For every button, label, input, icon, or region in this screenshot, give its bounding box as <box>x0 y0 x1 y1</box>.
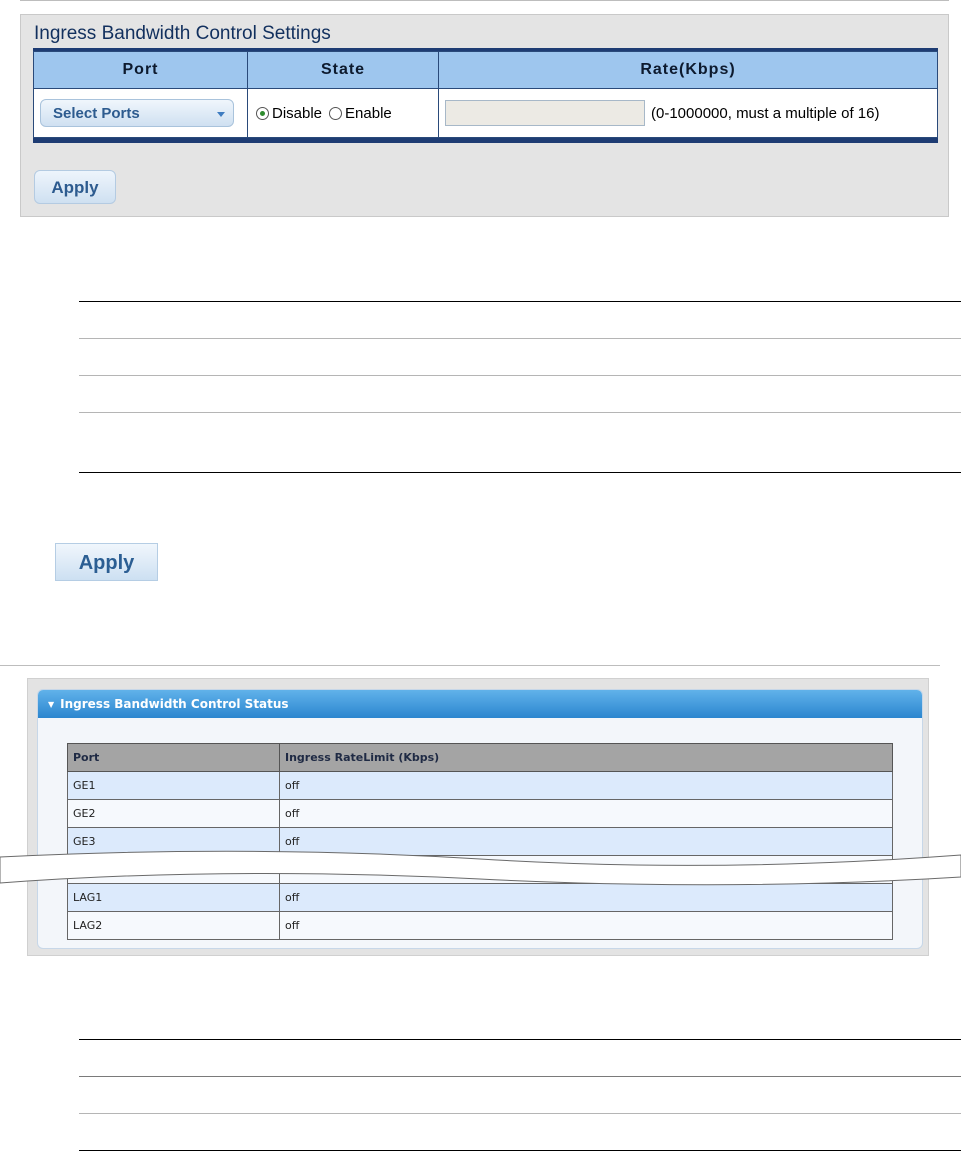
table-row: GE1 off <box>67 771 893 800</box>
row-port: GE2 <box>67 799 280 828</box>
table-rule <box>79 1076 961 1077</box>
port-select[interactable]: Select Ports <box>40 99 234 127</box>
rate-hint: (0-1000000, must a multiple of 16) <box>651 104 880 122</box>
rate-input[interactable] <box>445 100 645 126</box>
table-rule <box>79 472 961 473</box>
table-row: LAG2 off <box>67 911 893 940</box>
col-state-header: State <box>247 51 439 89</box>
settings-apply-button[interactable]: Apply <box>34 170 116 204</box>
disable-radio-label: Disable <box>272 104 323 122</box>
apply-button[interactable]: Apply <box>55 543 158 581</box>
status-col-port: Port <box>67 743 280 772</box>
settings-panel: Ingress Bandwidth Control Settings Port … <box>20 14 949 217</box>
table-rule <box>79 301 961 302</box>
section-divider <box>0 665 940 666</box>
row-port: GE1 <box>67 771 280 800</box>
chevron-down-icon <box>217 112 225 117</box>
disable-radio[interactable] <box>256 106 269 120</box>
status-title: Ingress Bandwidth Control Status <box>60 697 289 711</box>
status-table: Port Ingress RateLimit (Kbps) GE1 off GE… <box>67 743 893 940</box>
table-rule <box>79 1039 961 1040</box>
enable-radio-label: Enable <box>345 104 392 122</box>
table-rule <box>79 1113 961 1114</box>
status-col-limit: Ingress RateLimit (Kbps) <box>279 743 893 772</box>
col-port-header: Port <box>33 51 248 89</box>
table-rule <box>79 412 961 413</box>
row-limit: off <box>279 911 893 940</box>
row-limit: off <box>279 799 893 828</box>
table-rule <box>79 338 961 339</box>
enable-radio[interactable] <box>329 106 343 120</box>
col-rate-header: Rate(Kbps) <box>438 51 938 89</box>
status-panel: ▼ Ingress Bandwidth Control Status Port I… <box>27 678 929 956</box>
collapse-triangle-icon: ▼ <box>48 700 55 709</box>
row-port: LAG2 <box>67 911 280 940</box>
table-row: GE2 off <box>67 799 893 828</box>
port-select-label: Select Ports <box>53 105 140 122</box>
row-limit: off <box>279 771 893 800</box>
table-rule <box>79 375 961 376</box>
settings-title: Ingress Bandwidth Control Settings <box>34 23 331 44</box>
top-divider <box>20 0 949 1</box>
page-cut-decoration <box>0 850 961 886</box>
status-header[interactable]: ▼ Ingress Bandwidth Control Status <box>38 690 922 718</box>
settings-table: Port State Rate(Kbps) Select Ports Disab… <box>33 48 938 143</box>
